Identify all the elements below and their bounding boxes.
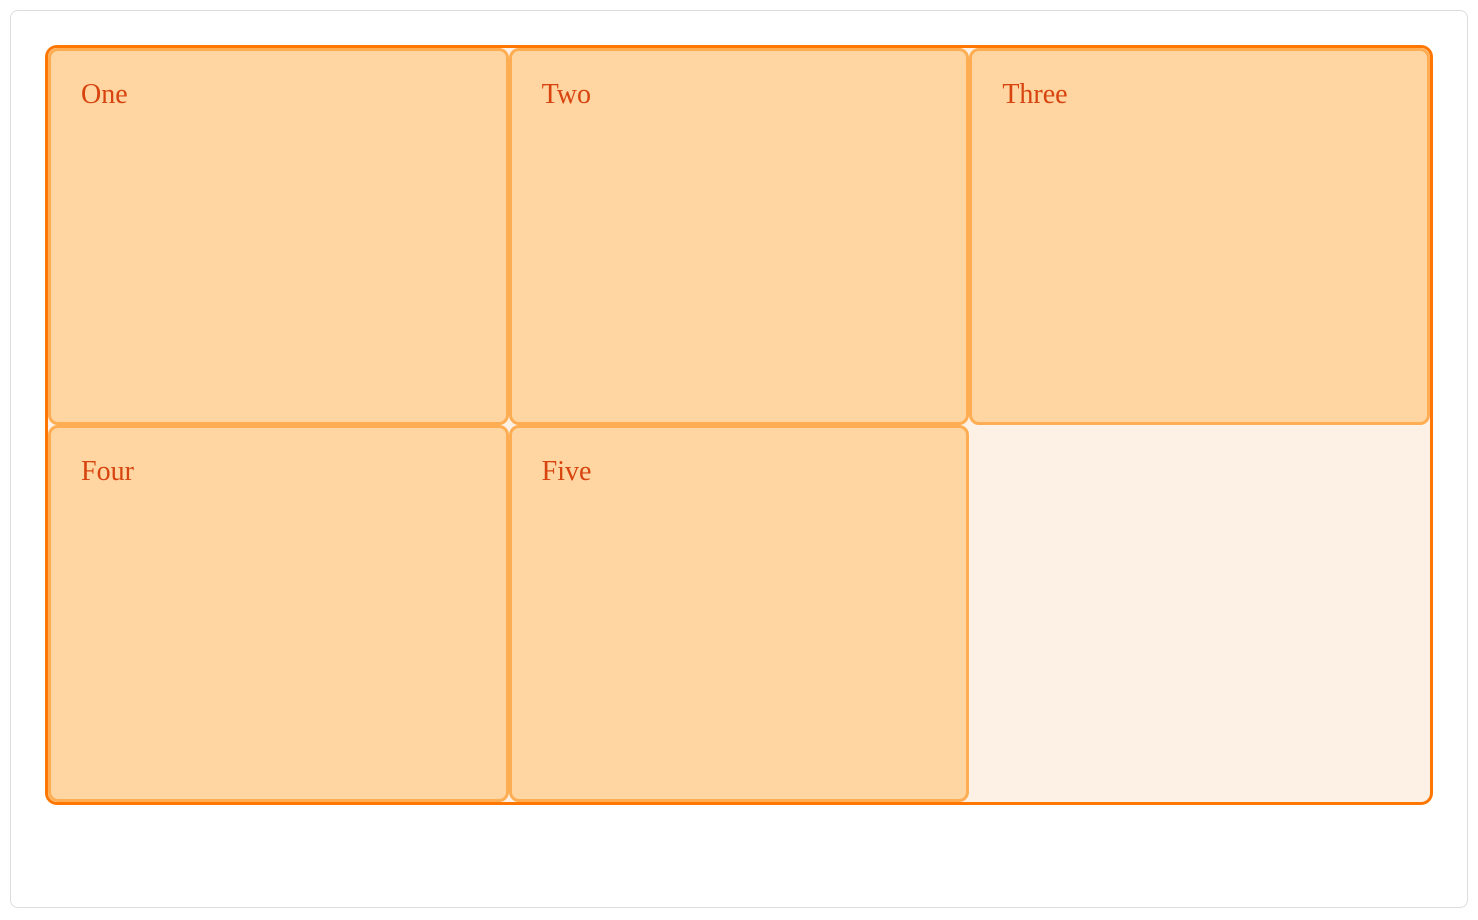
grid-cell-five: Five [509,425,970,802]
cell-label: Four [81,456,134,487]
grid-cell-three: Three [969,48,1430,425]
cell-label: Two [542,79,591,110]
grid-container: One Two Three Four Five [45,45,1433,805]
cell-label: Three [1002,79,1067,110]
grid-cell-one: One [48,48,509,425]
cell-label: Five [542,456,592,487]
grid-cell-two: Two [509,48,970,425]
cell-label: One [81,79,128,110]
grid-cell-four: Four [48,425,509,802]
outer-frame: One Two Three Four Five [10,10,1468,908]
